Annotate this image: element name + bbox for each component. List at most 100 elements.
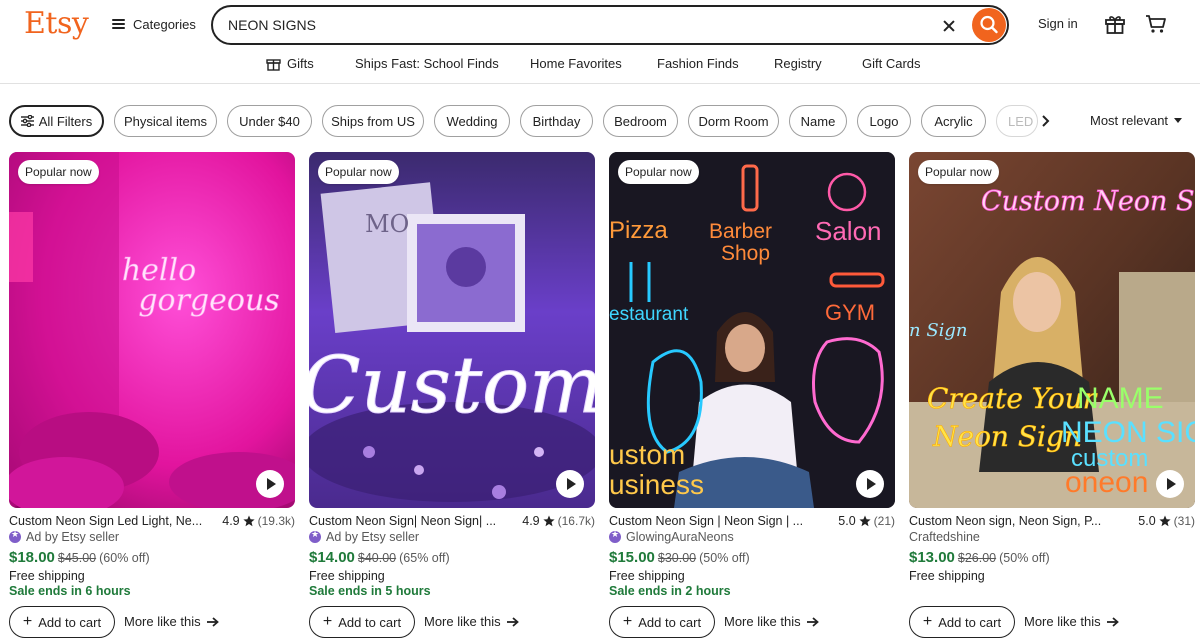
plus-icon: +: [922, 613, 933, 630]
listing-image[interactable]: MO Custom Popular now: [309, 152, 595, 508]
listing-seller: Craftedshine: [909, 530, 980, 544]
rating-value: 4.9: [522, 514, 540, 528]
review-count: (21): [873, 514, 895, 528]
more-like-this-label: More like this: [724, 614, 801, 629]
listing-card[interactable]: hello gorgeous Popular now Custom Neon S…: [9, 152, 295, 640]
image-text-oneon: oneon: [1065, 466, 1148, 499]
subnav-gift-cards[interactable]: Gift Cards: [862, 56, 921, 71]
play-video-button[interactable]: [1156, 470, 1184, 498]
filter-pill-birthday[interactable]: Birthday: [520, 105, 593, 137]
image-neon-line2: gorgeous: [138, 283, 279, 318]
gift-icon[interactable]: [1104, 14, 1126, 34]
listing-card[interactable]: Pizza Barber Shop Salon estaurant GYM us…: [609, 152, 895, 640]
listing-title[interactable]: Custom Neon Sign| Neon Sign| ...: [309, 514, 505, 528]
play-video-button[interactable]: [256, 470, 284, 498]
discount: (50% off): [999, 551, 1050, 565]
filter-bar: All Filters Physical items Under $40 Shi…: [0, 105, 1200, 137]
popular-badge: Popular now: [18, 160, 99, 184]
arrow-right-icon: [506, 616, 519, 627]
star-seller-icon: [609, 529, 621, 543]
filter-pill-physical-items[interactable]: Physical items: [114, 105, 217, 137]
sort-dropdown[interactable]: Most relevant: [1090, 113, 1183, 128]
add-to-cart-button[interactable]: + Add to cart: [609, 606, 715, 638]
image-text-pizza: Pizza: [609, 217, 668, 244]
star-seller-icon: [309, 529, 321, 543]
play-video-button[interactable]: [556, 470, 584, 498]
subnav-ships-fast[interactable]: Ships Fast: School Finds: [355, 56, 499, 71]
search-button[interactable]: [972, 8, 1006, 42]
listing-image[interactable]: Custom Neon Sign n Sign Create Your Neon…: [909, 152, 1195, 508]
rating-value: 5.0: [1138, 514, 1156, 528]
image-text-restaurant: estaurant: [609, 304, 689, 325]
image-text-barber: Barber: [709, 220, 772, 243]
more-like-this-link[interactable]: More like this: [424, 614, 519, 629]
listing-rating: 4.9 (16.7k): [522, 514, 595, 528]
listing-seller: GlowingAuraNeons: [609, 529, 734, 544]
all-filters-button[interactable]: All Filters: [9, 105, 104, 137]
more-like-this-link[interactable]: More like this: [1024, 614, 1119, 629]
more-like-this-link[interactable]: More like this: [124, 614, 219, 629]
listing-title[interactable]: Custom Neon Sign | Neon Sign | ...: [609, 514, 805, 528]
discount: (65% off): [399, 551, 450, 565]
image-text-gym: GYM: [825, 300, 875, 325]
original-price: $40.00: [357, 551, 397, 565]
filter-pill-under-40[interactable]: Under $40: [227, 105, 312, 137]
listing-card[interactable]: Custom Neon Sign n Sign Create Your Neon…: [909, 152, 1195, 640]
subnav-gifts[interactable]: Gifts: [287, 56, 314, 71]
star-icon: [243, 515, 255, 527]
image-text-name: NAME: [1077, 382, 1164, 415]
listing-title[interactable]: Custom Neon Sign Led Light, Ne...: [9, 514, 205, 528]
price-row: $18.00 $45.00 (60% off): [9, 549, 150, 566]
cart-icon[interactable]: [1145, 14, 1167, 34]
filter-pill-led[interactable]: LED: [996, 105, 1038, 137]
filter-pill-logo[interactable]: Logo: [857, 105, 911, 137]
listing-card[interactable]: MO Custom Popular now Custom Neon Sign| …: [309, 152, 595, 640]
filter-pill-acrylic[interactable]: Acrylic: [921, 105, 986, 137]
listing-seller: Ad by Etsy seller: [309, 529, 420, 544]
listing-seller: Ad by Etsy seller: [9, 529, 120, 544]
seller-name: Ad by Etsy seller: [26, 530, 120, 544]
listing-image[interactable]: hello gorgeous Popular now: [9, 152, 295, 508]
discount: (50% off): [699, 551, 750, 565]
play-video-button[interactable]: [856, 470, 884, 498]
seller-name[interactable]: Craftedshine: [909, 530, 980, 544]
arrow-right-icon: [206, 616, 219, 627]
search-input[interactable]: [228, 14, 908, 36]
filter-pill-ships-from-us[interactable]: Ships from US: [322, 105, 424, 137]
add-to-cart-button[interactable]: + Add to cart: [909, 606, 1015, 638]
filter-pill-wedding[interactable]: Wedding: [434, 105, 510, 137]
image-text-salon: Salon: [815, 216, 882, 246]
subnav-fashion-finds[interactable]: Fashion Finds: [657, 56, 739, 71]
sale-price: $18.00: [9, 549, 55, 566]
filter-pill-bedroom[interactable]: Bedroom: [603, 105, 678, 137]
sort-label: Most relevant: [1090, 113, 1169, 128]
filter-pill-name[interactable]: Name: [789, 105, 847, 137]
subnav-home-favorites[interactable]: Home Favorites: [530, 56, 622, 71]
listing-title[interactable]: Custom Neon sign, Neon Sign, P...: [909, 514, 1105, 528]
image-text-custom: ustom: [609, 439, 685, 470]
chevron-right-icon[interactable]: [1040, 114, 1050, 128]
clear-search-icon[interactable]: [939, 16, 959, 36]
sign-in-link[interactable]: Sign in: [1038, 16, 1078, 31]
plus-icon: +: [22, 613, 33, 630]
arrow-right-icon: [1106, 616, 1119, 627]
menu-icon: [112, 19, 125, 29]
listing-image[interactable]: Pizza Barber Shop Salon estaurant GYM us…: [609, 152, 895, 508]
original-price: $45.00: [57, 551, 97, 565]
seller-name[interactable]: GlowingAuraNeons: [626, 530, 734, 544]
more-like-this-link[interactable]: More like this: [724, 614, 819, 629]
categories-label: Categories: [133, 16, 196, 32]
sale-ends: Sale ends in 2 hours: [609, 584, 731, 598]
categories-button[interactable]: Categories: [112, 15, 196, 33]
sale-price: $15.00: [609, 549, 655, 566]
price-row: $14.00 $40.00 (65% off): [309, 549, 450, 566]
add-to-cart-button[interactable]: + Add to cart: [9, 606, 115, 638]
etsy-logo[interactable]: Etsy: [24, 6, 89, 41]
subnav-registry[interactable]: Registry: [774, 56, 822, 71]
seller-name: Ad by Etsy seller: [326, 530, 420, 544]
shipping-info: Free shipping: [9, 569, 85, 583]
sale-price: $14.00: [309, 549, 355, 566]
add-to-cart-button[interactable]: + Add to cart: [309, 606, 415, 638]
price-row: $15.00 $30.00 (50% off): [609, 549, 750, 566]
filter-pill-dorm-room[interactable]: Dorm Room: [688, 105, 779, 137]
